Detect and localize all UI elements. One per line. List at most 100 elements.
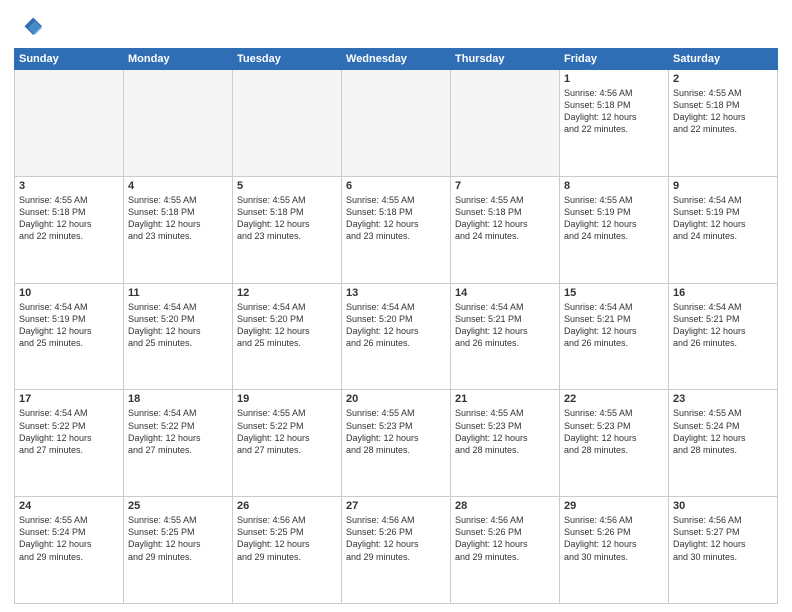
day-number: 11	[128, 287, 228, 299]
logo	[14, 14, 44, 42]
calendar-cell: 11 Sunrise: 4:54 AM Sunset: 5:20 PM Dayli…	[124, 283, 233, 390]
calendar-cell: 12 Sunrise: 4:54 AM Sunset: 5:20 PM Dayli…	[233, 283, 342, 390]
calendar-cell: 23 Sunrise: 4:55 AM Sunset: 5:24 PM Dayli…	[669, 390, 778, 497]
day-info: Sunrise: 4:55 AM Sunset: 5:25 PM Dayligh…	[128, 514, 228, 563]
weekday-header-sunday: Sunday	[15, 49, 124, 70]
day-info: Sunrise: 4:55 AM Sunset: 5:23 PM Dayligh…	[455, 407, 555, 456]
day-number: 18	[128, 393, 228, 405]
day-number: 6	[346, 180, 446, 192]
day-info: Sunrise: 4:56 AM Sunset: 5:26 PM Dayligh…	[455, 514, 555, 563]
day-number: 19	[237, 393, 337, 405]
weekday-header-tuesday: Tuesday	[233, 49, 342, 70]
calendar-cell: 2 Sunrise: 4:55 AM Sunset: 5:18 PM Daylig…	[669, 70, 778, 177]
day-info: Sunrise: 4:56 AM Sunset: 5:26 PM Dayligh…	[346, 514, 446, 563]
calendar-cell: 7 Sunrise: 4:55 AM Sunset: 5:18 PM Daylig…	[451, 176, 560, 283]
calendar-cell: 13Sunrise: 4:54 AM Sunset: 5:20 PM Dayli…	[342, 283, 451, 390]
calendar-cell: 10 Sunrise: 4:54 AM Sunset: 5:19 PM Dayli…	[15, 283, 124, 390]
day-number: 22	[564, 393, 664, 405]
day-info: Sunrise: 4:55 AM Sunset: 5:24 PM Dayligh…	[673, 407, 773, 456]
weekday-header-monday: Monday	[124, 49, 233, 70]
day-number: 17	[19, 393, 119, 405]
day-info: Sunrise: 4:55 AM Sunset: 5:18 PM Dayligh…	[346, 194, 446, 243]
day-info: Sunrise: 4:54 AM Sunset: 5:21 PM Dayligh…	[564, 301, 664, 350]
day-info: Sunrise: 4:54 AM Sunset: 5:22 PM Dayligh…	[128, 407, 228, 456]
calendar-cell: 19 Sunrise: 4:55 AM Sunset: 5:22 PM Dayli…	[233, 390, 342, 497]
day-info: Sunrise: 4:55 AM Sunset: 5:18 PM Dayligh…	[237, 194, 337, 243]
calendar-cell: 29 Sunrise: 4:56 AM Sunset: 5:26 PM Dayli…	[560, 497, 669, 604]
day-info: Sunrise: 4:55 AM Sunset: 5:18 PM Dayligh…	[455, 194, 555, 243]
week-row-2: 3 Sunrise: 4:55 AM Sunset: 5:18 PM Daylig…	[15, 176, 778, 283]
calendar-cell: 17 Sunrise: 4:54 AM Sunset: 5:22 PM Dayli…	[15, 390, 124, 497]
calendar-cell: 18 Sunrise: 4:54 AM Sunset: 5:22 PM Dayli…	[124, 390, 233, 497]
header	[14, 10, 778, 42]
day-number: 4	[128, 180, 228, 192]
calendar-cell: 1Sunrise: 4:56 AM Sunset: 5:18 PM Daylig…	[560, 70, 669, 177]
calendar-cell: 4Sunrise: 4:55 AM Sunset: 5:18 PM Daylig…	[124, 176, 233, 283]
day-info: Sunrise: 4:54 AM Sunset: 5:20 PM Dayligh…	[237, 301, 337, 350]
calendar-cell	[15, 70, 124, 177]
day-number: 9	[673, 180, 773, 192]
day-number: 15	[564, 287, 664, 299]
day-number: 7	[455, 180, 555, 192]
day-info: Sunrise: 4:54 AM Sunset: 5:21 PM Dayligh…	[673, 301, 773, 350]
calendar-cell: 24Sunrise: 4:55 AM Sunset: 5:24 PM Dayli…	[15, 497, 124, 604]
week-row-4: 17 Sunrise: 4:54 AM Sunset: 5:22 PM Dayli…	[15, 390, 778, 497]
calendar-cell: 14 Sunrise: 4:54 AM Sunset: 5:21 PM Dayli…	[451, 283, 560, 390]
day-info: Sunrise: 4:56 AM Sunset: 5:27 PM Dayligh…	[673, 514, 773, 563]
day-number: 10	[19, 287, 119, 299]
calendar-cell: 21 Sunrise: 4:55 AM Sunset: 5:23 PM Dayli…	[451, 390, 560, 497]
calendar-cell	[124, 70, 233, 177]
day-number: 5	[237, 180, 337, 192]
day-info: Sunrise: 4:55 AM Sunset: 5:18 PM Dayligh…	[673, 87, 773, 136]
calendar-cell	[342, 70, 451, 177]
day-number: 27	[346, 500, 446, 512]
day-info: Sunrise: 4:55 AM Sunset: 5:23 PM Dayligh…	[564, 407, 664, 456]
day-number: 2	[673, 73, 773, 85]
day-number: 25	[128, 500, 228, 512]
calendar-cell: 16 Sunrise: 4:54 AM Sunset: 5:21 PM Dayli…	[669, 283, 778, 390]
week-row-5: 24Sunrise: 4:55 AM Sunset: 5:24 PM Dayli…	[15, 497, 778, 604]
weekday-header-row: SundayMondayTuesdayWednesdayThursdayFrid…	[15, 49, 778, 70]
day-number: 29	[564, 500, 664, 512]
day-info: Sunrise: 4:56 AM Sunset: 5:18 PM Dayligh…	[564, 87, 664, 136]
calendar-cell: 30 Sunrise: 4:56 AM Sunset: 5:27 PM Dayli…	[669, 497, 778, 604]
day-number: 21	[455, 393, 555, 405]
calendar-cell: 9 Sunrise: 4:54 AM Sunset: 5:19 PM Daylig…	[669, 176, 778, 283]
day-info: Sunrise: 4:55 AM Sunset: 5:23 PM Dayligh…	[346, 407, 446, 456]
day-number: 20	[346, 393, 446, 405]
day-number: 24	[19, 500, 119, 512]
day-number: 13	[346, 287, 446, 299]
week-row-1: 1Sunrise: 4:56 AM Sunset: 5:18 PM Daylig…	[15, 70, 778, 177]
day-info: Sunrise: 4:55 AM Sunset: 5:19 PM Dayligh…	[564, 194, 664, 243]
day-info: Sunrise: 4:54 AM Sunset: 5:19 PM Dayligh…	[673, 194, 773, 243]
weekday-header-thursday: Thursday	[451, 49, 560, 70]
calendar-cell	[233, 70, 342, 177]
calendar-cell: 25 Sunrise: 4:55 AM Sunset: 5:25 PM Dayli…	[124, 497, 233, 604]
calendar-cell: 27 Sunrise: 4:56 AM Sunset: 5:26 PM Dayli…	[342, 497, 451, 604]
logo-icon	[14, 14, 42, 42]
calendar-cell: 20 Sunrise: 4:55 AM Sunset: 5:23 PM Dayli…	[342, 390, 451, 497]
day-number: 3	[19, 180, 119, 192]
day-info: Sunrise: 4:54 AM Sunset: 5:21 PM Dayligh…	[455, 301, 555, 350]
day-info: Sunrise: 4:54 AM Sunset: 5:19 PM Dayligh…	[19, 301, 119, 350]
day-info: Sunrise: 4:56 AM Sunset: 5:25 PM Dayligh…	[237, 514, 337, 563]
calendar-cell: 28 Sunrise: 4:56 AM Sunset: 5:26 PM Dayli…	[451, 497, 560, 604]
day-info: Sunrise: 4:55 AM Sunset: 5:22 PM Dayligh…	[237, 407, 337, 456]
day-number: 14	[455, 287, 555, 299]
calendar-cell: 6 Sunrise: 4:55 AM Sunset: 5:18 PM Daylig…	[342, 176, 451, 283]
calendar-cell: 15 Sunrise: 4:54 AM Sunset: 5:21 PM Dayli…	[560, 283, 669, 390]
day-number: 23	[673, 393, 773, 405]
day-number: 28	[455, 500, 555, 512]
day-number: 26	[237, 500, 337, 512]
day-number: 12	[237, 287, 337, 299]
week-row-3: 10 Sunrise: 4:54 AM Sunset: 5:19 PM Dayli…	[15, 283, 778, 390]
day-number: 30	[673, 500, 773, 512]
calendar-cell: 3Sunrise: 4:55 AM Sunset: 5:18 PM Daylig…	[15, 176, 124, 283]
day-info: Sunrise: 4:56 AM Sunset: 5:26 PM Dayligh…	[564, 514, 664, 563]
day-number: 16	[673, 287, 773, 299]
calendar-cell: 26 Sunrise: 4:56 AM Sunset: 5:25 PM Dayli…	[233, 497, 342, 604]
calendar-cell	[451, 70, 560, 177]
day-info: Sunrise: 4:54 AM Sunset: 5:22 PM Dayligh…	[19, 407, 119, 456]
weekday-header-wednesday: Wednesday	[342, 49, 451, 70]
day-info: Sunrise: 4:54 AM Sunset: 5:20 PM Dayligh…	[128, 301, 228, 350]
